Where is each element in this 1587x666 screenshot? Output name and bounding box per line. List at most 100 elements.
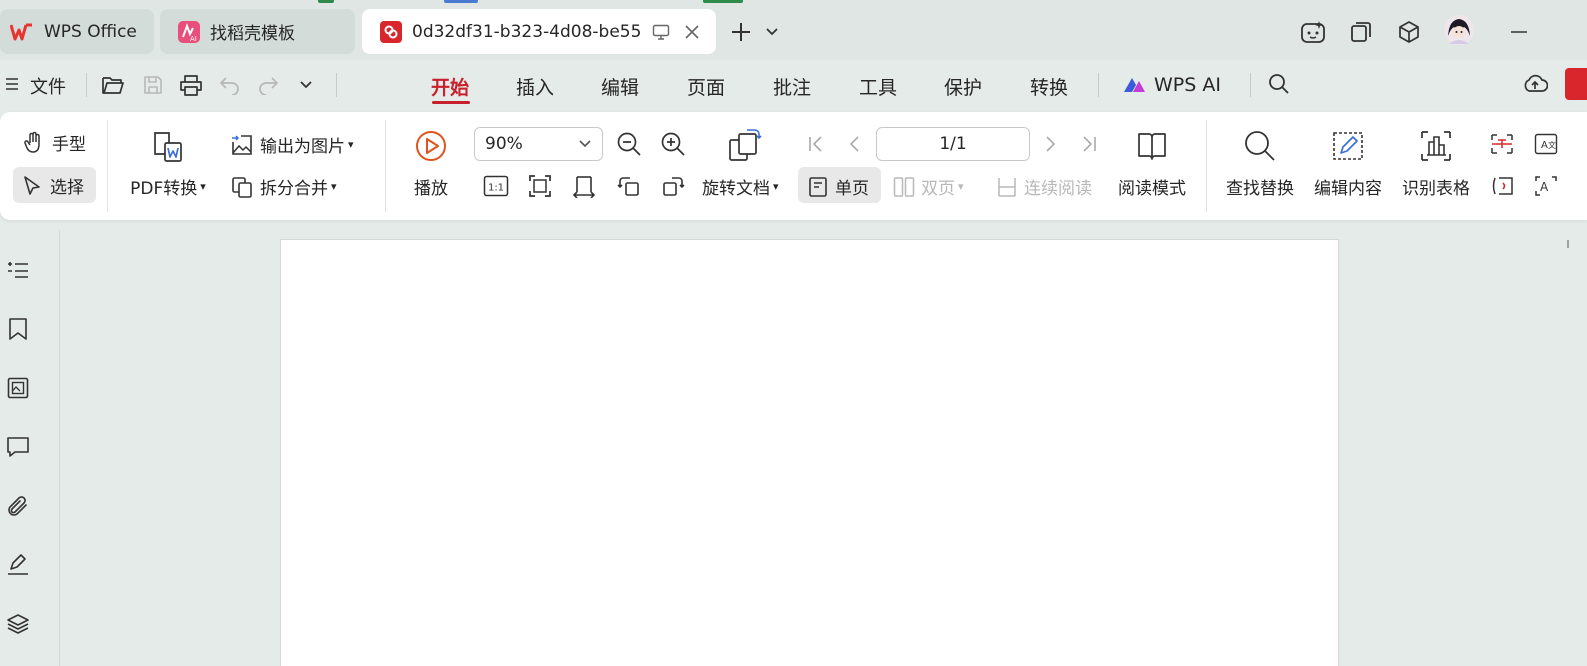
tab-active-document[interactable]: 0d32df31-b323-4d08-be55 [362,9,716,54]
fit-page-icon[interactable] [526,172,554,200]
zoom-value: 90% [485,134,523,154]
text-extract-icon[interactable]: A [1533,174,1559,198]
menu-bar: 文件 开始 插入 编辑 页面 批注 工具 保护 转换 WPS AI [0,60,1587,110]
wps-logo-icon [10,22,34,42]
tab-insert[interactable]: 插入 [516,73,554,100]
search-icon[interactable] [1266,71,1292,97]
tab-wps-office[interactable]: WPS Office [0,9,154,54]
save-icon[interactable] [140,72,166,98]
rotate-right-icon[interactable] [659,172,687,200]
divider [1098,73,1099,97]
select-label: 选择 [50,178,84,198]
pdf-file-icon [380,20,402,43]
first-page-icon[interactable] [804,132,828,156]
plus-icon[interactable] [727,18,755,46]
single-page-button[interactable]: 单页 [807,174,869,199]
tab-label: 0d32df31-b323-4d08-be55 [412,21,642,42]
cursor-arrow-icon [22,175,44,197]
search-large-icon [1243,126,1277,166]
image-export-icon [230,133,254,157]
divider [86,73,87,97]
continuous-reading-label: 连续阅读 [1024,179,1092,199]
find-replace-label: 查找替换 [1226,179,1294,199]
single-page-icon [807,176,829,198]
rotate-document-icon [725,126,765,166]
tab-annotate[interactable]: 批注 [773,73,811,100]
pdf-convert-button[interactable]: PDF转换 ▾ [126,126,210,199]
tab-tools[interactable]: 工具 [859,73,897,100]
window-copy-icon[interactable] [1346,17,1376,47]
ocr-icon[interactable] [1489,132,1515,156]
open-folder-icon[interactable] [100,72,126,98]
single-page-label: 单页 [835,179,869,199]
ribbon-toolbar: 手型 选择 PDF转换 ▾ 输出为图片 ▾ 拆分合并 ▾ 播放 90% 1:1 … [0,112,1587,220]
hand-icon [22,131,46,155]
find-replace-button[interactable]: 查找替换 [1224,126,1296,199]
background-window-strip [444,0,478,3]
split-merge-label: 拆分合并 [260,179,328,199]
comment-icon[interactable] [6,435,30,459]
bookmark-icon[interactable] [6,317,30,341]
rotate-document-button[interactable]: 旋转文档 ▾ [702,174,779,199]
pdf-convert-icon [150,126,186,166]
avatar[interactable] [1443,14,1475,46]
continuous-reading-button[interactable]: 连续阅读 [996,174,1092,199]
page-number-input[interactable]: 1/1 [876,127,1030,161]
edit-content-button[interactable]: 编辑内容 [1312,126,1384,199]
tab-page[interactable]: 页面 [687,73,725,100]
zoom-in-icon[interactable] [659,130,687,158]
last-page-icon[interactable] [1077,132,1101,156]
quick-access-more-icon[interactable] [296,76,316,94]
pdf-page-canvas[interactable] [280,239,1339,666]
rotate-left-icon[interactable] [615,172,643,200]
hand-tool-button[interactable]: 手型 [22,130,86,155]
left-side-panel [0,230,60,666]
chevron-down-icon[interactable] [763,22,781,42]
scan-compare-icon[interactable] [1489,174,1515,198]
actual-size-icon[interactable]: 1:1 [482,172,510,200]
background-window-strip [318,0,334,3]
play-label: 播放 [414,179,448,199]
redo-icon[interactable] [255,72,281,98]
tab-docer-templates[interactable]: AI 找稻壳模板 [160,9,355,54]
group-divider [107,120,108,212]
account-edge-button[interactable] [1565,68,1587,100]
play-icon [414,126,448,166]
file-menu[interactable]: 文件 [30,73,66,99]
close-tab-icon[interactable] [684,24,700,40]
cloud-upload-icon[interactable] [1521,71,1549,97]
layers-icon[interactable] [6,612,30,636]
select-tool-button[interactable]: 选择 [22,173,84,198]
export-image-button[interactable]: 输出为图片 ▾ [230,132,354,157]
tab-edit[interactable]: 编辑 [601,73,639,100]
scrollbar-thumb[interactable] [1567,240,1569,248]
zoom-select[interactable]: 90% [474,127,603,161]
signature-icon[interactable] [6,553,30,577]
monitor-icon[interactable] [652,24,670,40]
outline-icon[interactable] [6,258,30,282]
reading-mode-label: 阅读模式 [1118,179,1186,199]
skin-icon[interactable] [1298,17,1328,47]
zoom-out-icon[interactable] [615,130,643,158]
undo-icon[interactable] [217,72,243,98]
wps-ai-button[interactable]: WPS AI [1122,74,1221,96]
double-page-button[interactable]: 双页 ▾ [893,174,964,199]
fit-width-icon[interactable] [570,172,598,200]
reading-mode-button[interactable]: 阅读模式 [1116,126,1188,199]
play-button[interactable]: 播放 [408,126,454,199]
tab-convert[interactable]: 转换 [1030,73,1068,100]
tab-start[interactable]: 开始 [431,73,469,100]
minimize-icon[interactable] [1508,22,1530,42]
recognize-table-button[interactable]: 识别表格 [1400,126,1472,199]
next-page-icon[interactable] [1038,132,1062,156]
double-page-icon [893,176,915,198]
print-icon[interactable] [178,72,204,98]
tab-protect[interactable]: 保护 [944,73,982,100]
previous-page-icon[interactable] [843,132,867,156]
split-merge-button[interactable]: 拆分合并 ▾ [230,174,337,199]
translate-icon[interactable]: A文 [1533,132,1559,156]
hamburger-icon[interactable] [4,74,20,94]
attachment-icon[interactable] [6,494,30,518]
thumbnail-icon[interactable] [6,376,30,400]
cube-icon[interactable] [1394,17,1424,47]
